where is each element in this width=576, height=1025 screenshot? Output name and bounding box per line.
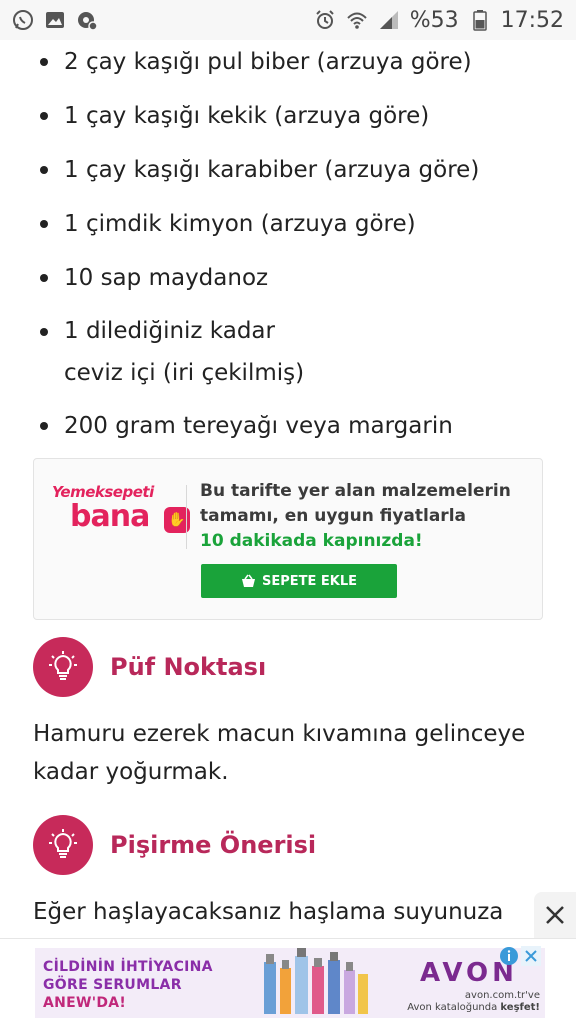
promo-text-line2: tamamı, en uygun fiyatlarla — [200, 506, 466, 526]
gallery-icon — [44, 9, 66, 31]
tip-body: Eğer haşlayacaksanız haşlama suyunuza — [33, 899, 504, 925]
grocery-promo-card: Yemeksepeti bana ✋ Bu tarifte yer alan m… — [33, 458, 543, 620]
avon-site-text: avon.com.tr've Avon kataloğunda keşfet! — [390, 990, 540, 1014]
ingredients-list: 2 çay kaşığı pul biber (arzuya göre) 1 ç… — [40, 40, 560, 448]
yemeksepeti-banabi-logo: Yemeksepeti bana ✋ — [52, 483, 202, 553]
avon-site: avon.com.tr — [464, 990, 526, 1001]
clock: 17:52 — [500, 7, 564, 33]
close-icon — [546, 906, 564, 924]
tip-title: Püf Noktası — [110, 653, 267, 681]
whatsapp-icon — [12, 9, 34, 31]
lightbulb-icon — [33, 815, 93, 875]
tip-header-pisirme-onerisi: Pişirme Önerisi — [33, 815, 316, 875]
signal-icon — [378, 9, 400, 31]
ad-choices[interactable] — [499, 946, 543, 966]
add-to-cart-label: SEPETE EKLE — [261, 573, 358, 589]
bottom-banner-ad[interactable]: CİLDİNİN İHTİYACINA GÖRE SERUMLAR ANEW'D… — [0, 938, 576, 1025]
close-ad-button[interactable] — [534, 892, 576, 938]
ad-close-icon[interactable] — [521, 946, 541, 966]
wifi-icon — [346, 9, 368, 31]
ad-headline: CİLDİNİN İHTİYACINA GÖRE SERUMLAR ANEW'D… — [43, 958, 213, 1012]
ingredient-item: 1 çay kaşığı kekik (arzuya göre) — [40, 94, 560, 138]
add-to-cart-button[interactable]: SEPETE EKLE — [201, 564, 397, 598]
status-left — [12, 9, 98, 31]
adchoices-info-icon[interactable] — [499, 946, 519, 966]
promo-text-line1: Bu tarifte yer alan malzemelerin — [200, 481, 511, 501]
status-bar: %53 17:52 — [0, 0, 576, 40]
ingredient-item: 1 dilediğiniz kadar ceviz içi (iri çekil… — [40, 310, 560, 394]
ingredient-item: 2 çay kaşığı pul biber (arzuya göre) — [40, 40, 560, 84]
basket-icon — [241, 574, 255, 587]
avon-banner[interactable]: CİLDİNİN İHTİYACINA GÖRE SERUMLAR ANEW'D… — [35, 948, 545, 1018]
ingredient-item: 1 çimdik kimyon (arzuya göre) — [40, 202, 560, 246]
tip-title: Pişirme Önerisi — [110, 831, 317, 859]
ad-headline-line2: GÖRE SERUMLAR — [43, 977, 182, 993]
lightbulb-icon — [33, 637, 93, 697]
ingredient-item: 1 çay kaşığı karabiber (arzuya göre) — [40, 148, 560, 192]
ingredient-item: 200 gram tereyağı veya margarin — [40, 404, 560, 448]
promo-text: Bu tarifte yer alan malzemelerin tamamı,… — [200, 479, 530, 554]
logo-bottom-text: bana — [70, 499, 150, 534]
promo-highlight: 10 dakikada kapınızda! — [200, 531, 423, 551]
avon-tagline-prefix: Avon kataloğunda — [407, 1002, 498, 1013]
status-right: %53 17:52 — [314, 8, 564, 33]
alarm-icon — [314, 9, 336, 31]
settings-notification-icon — [76, 9, 98, 31]
tip-header-puf-noktasi: Püf Noktası — [33, 637, 266, 697]
serum-bottles-image — [264, 948, 368, 1014]
tip-body: Hamuru ezerek macun kıvamına gelinceye k… — [33, 721, 526, 785]
ingredient-item: 10 sap maydanoz — [40, 256, 560, 300]
avon-site-suffix: 've — [525, 990, 540, 1001]
promo-divider — [186, 485, 187, 549]
battery-percent: %53 — [409, 7, 459, 33]
avon-tagline-bold: keşfet! — [500, 1002, 540, 1013]
battery-icon — [469, 9, 491, 31]
ad-headline-line3: ANEW'DA! — [43, 995, 127, 1011]
ad-headline-line1: CİLDİNİN İHTİYACINA — [43, 959, 213, 975]
